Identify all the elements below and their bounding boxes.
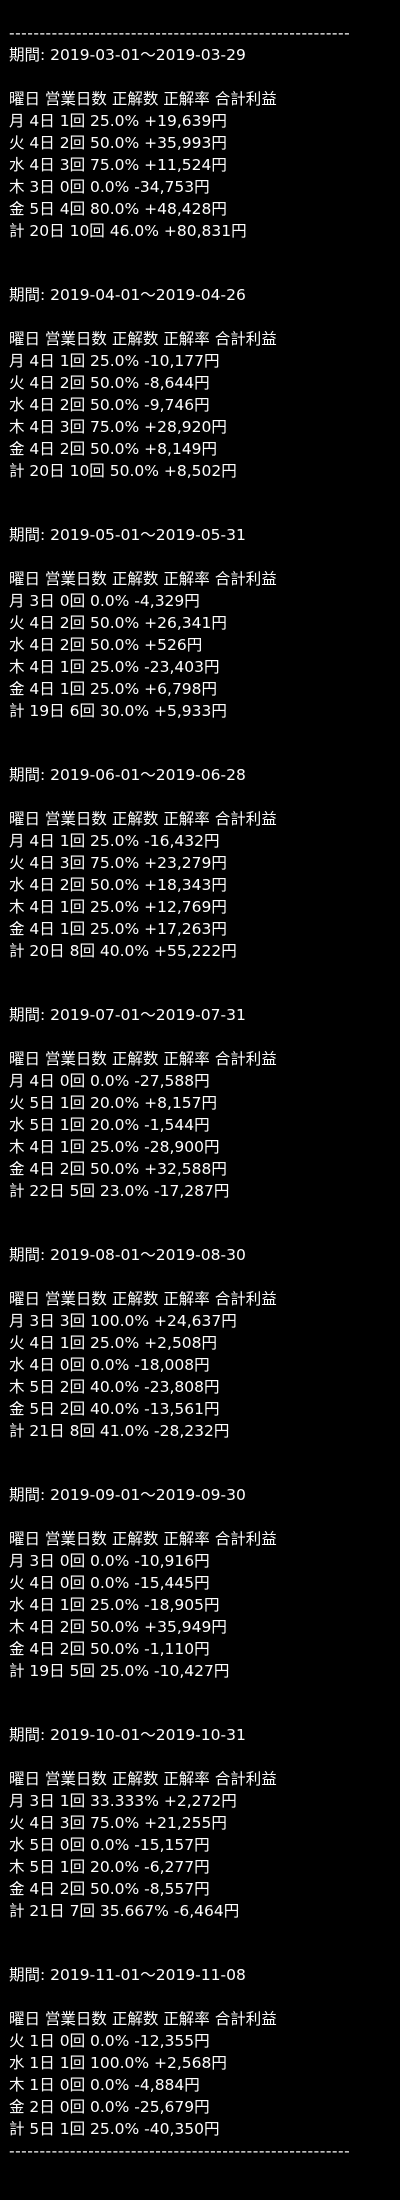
weekday-row: 金 4日 1回 25.0% +6,798円 <box>9 680 218 698</box>
weekday-row: 火 4日 2回 50.0% -8,644円 <box>9 374 210 392</box>
weekday-row: 火 4日 3回 75.0% +21,255円 <box>9 1814 227 1832</box>
weekday-row: 火 4日 3回 75.0% +23,279円 <box>9 854 227 872</box>
table-header: 曜日 営業日数 正解数 正解率 合計利益 <box>9 1050 277 1068</box>
period-section: 期間: 2019-06-01～2019-06-28 曜日 営業日数 正解数 正解率… <box>9 764 400 962</box>
weekday-row: 木 5日 2回 40.0% -23,808円 <box>9 1378 220 1396</box>
weekday-row: 金 5日 2回 40.0% -13,561円 <box>9 1400 220 1418</box>
results-document: ----------------------------------------… <box>0 0 400 2162</box>
weekday-row: 水 4日 2回 50.0% +526円 <box>9 636 203 654</box>
weekday-row: 金 2日 0回 0.0% -25,679円 <box>9 2098 210 2116</box>
period-section: 期間: 2019-11-01～2019-11-08 曜日 営業日数 正解数 正解率… <box>9 1964 400 2140</box>
weekday-row: 木 4日 3回 75.0% +28,920円 <box>9 418 227 436</box>
period-range: 期間: 2019-06-01～2019-06-28 <box>9 766 246 784</box>
period-section: 期間: 2019-05-01～2019-05-31 曜日 営業日数 正解数 正解率… <box>9 524 400 722</box>
weekday-row: 木 4日 1回 25.0% +12,769円 <box>9 898 227 916</box>
weekday-row: 木 4日 1回 25.0% -28,900円 <box>9 1138 220 1156</box>
table-header: 曜日 営業日数 正解数 正解率 合計利益 <box>9 2010 277 2028</box>
total-row: 計 20日 10回 46.0% +80,831円 <box>9 222 247 240</box>
total-row: 計 20日 10回 50.0% +8,502円 <box>9 462 237 480</box>
period-sections: 期間: 2019-03-01～2019-03-29 曜日 営業日数 正解数 正解率… <box>9 44 400 2140</box>
weekday-row: 水 4日 1回 25.0% -18,905円 <box>9 1596 220 1614</box>
table-header: 曜日 営業日数 正解数 正解率 合計利益 <box>9 570 277 588</box>
weekday-row: 金 4日 1回 25.0% +17,263円 <box>9 920 227 938</box>
table-header: 曜日 営業日数 正解数 正解率 合計利益 <box>9 1530 277 1548</box>
period-range: 期間: 2019-05-01～2019-05-31 <box>9 526 246 544</box>
weekday-row: 火 1日 0回 0.0% -12,355円 <box>9 2032 210 2050</box>
total-row: 計 19日 5回 25.0% -10,427円 <box>9 1662 230 1680</box>
weekday-row: 水 5日 0回 0.0% -15,157円 <box>9 1836 210 1854</box>
total-row: 計 21日 8回 41.0% -28,232円 <box>9 1422 230 1440</box>
weekday-row: 木 4日 1回 25.0% -23,403円 <box>9 658 220 676</box>
weekday-row: 水 4日 2回 50.0% +18,343円 <box>9 876 227 894</box>
weekday-row: 木 4日 2回 50.0% +35,949円 <box>9 1618 227 1636</box>
weekday-row: 金 4日 2回 50.0% -1,110円 <box>9 1640 210 1658</box>
weekday-row: 火 4日 1回 25.0% +2,508円 <box>9 1334 218 1352</box>
weekday-row: 火 4日 2回 50.0% +26,341円 <box>9 614 227 632</box>
bottom-divider: ----------------------------------------… <box>9 2142 349 2160</box>
total-row: 計 5日 1回 25.0% -40,350円 <box>9 2120 220 2138</box>
weekday-row: 水 5日 1回 20.0% -1,544円 <box>9 1116 210 1134</box>
period-range: 期間: 2019-09-01～2019-09-30 <box>9 1486 246 1504</box>
period-section: 期間: 2019-04-01～2019-04-26 曜日 営業日数 正解数 正解率… <box>9 284 400 482</box>
weekday-row: 月 4日 0回 0.0% -27,588円 <box>9 1072 210 1090</box>
weekday-row: 金 4日 2回 50.0% +32,588円 <box>9 1160 227 1178</box>
weekday-row: 木 5日 1回 20.0% -6,277円 <box>9 1858 210 1876</box>
table-header: 曜日 営業日数 正解数 正解率 合計利益 <box>9 1290 277 1308</box>
table-header: 曜日 営業日数 正解数 正解率 合計利益 <box>9 810 277 828</box>
weekday-row: 木 1日 0回 0.0% -4,884円 <box>9 2076 200 2094</box>
total-row: 計 21日 7回 35.667% -6,464円 <box>9 1902 240 1920</box>
weekday-row: 月 3日 1回 33.333% +2,272円 <box>9 1792 237 1810</box>
weekday-row: 水 1日 1回 100.0% +2,568円 <box>9 2054 227 2072</box>
period-section: 期間: 2019-07-01～2019-07-31 曜日 営業日数 正解数 正解率… <box>9 1004 400 1202</box>
weekday-row: 月 4日 1回 25.0% -16,432円 <box>9 832 220 850</box>
weekday-row: 金 4日 2回 50.0% +8,149円 <box>9 440 218 458</box>
period-range: 期間: 2019-07-01～2019-07-31 <box>9 1006 246 1024</box>
period-section: 期間: 2019-08-01～2019-08-30 曜日 営業日数 正解数 正解率… <box>9 1244 400 1442</box>
period-section: 期間: 2019-10-01～2019-10-31 曜日 営業日数 正解数 正解率… <box>9 1724 400 1922</box>
weekday-row: 火 5日 1回 20.0% +8,157円 <box>9 1094 218 1112</box>
weekday-row: 月 3日 0回 0.0% -4,329円 <box>9 592 200 610</box>
table-header: 曜日 営業日数 正解数 正解率 合計利益 <box>9 90 277 108</box>
weekday-row: 月 4日 1回 25.0% -10,177円 <box>9 352 220 370</box>
weekday-row: 月 4日 1回 25.0% +19,639円 <box>9 112 227 130</box>
weekday-row: 火 4日 2回 50.0% +35,993円 <box>9 134 227 152</box>
period-range: 期間: 2019-04-01～2019-04-26 <box>9 286 246 304</box>
table-header: 曜日 営業日数 正解数 正解率 合計利益 <box>9 1770 277 1788</box>
total-row: 計 22日 5回 23.0% -17,287円 <box>9 1182 230 1200</box>
top-divider: ----------------------------------------… <box>9 24 349 42</box>
period-section: 期間: 2019-03-01～2019-03-29 曜日 営業日数 正解数 正解率… <box>9 44 400 242</box>
weekday-row: 木 3日 0回 0.0% -34,753円 <box>9 178 210 196</box>
weekday-row: 火 4日 0回 0.0% -15,445円 <box>9 1574 210 1592</box>
period-range: 期間: 2019-03-01～2019-03-29 <box>9 46 246 64</box>
weekday-row: 月 3日 0回 0.0% -10,916円 <box>9 1552 210 1570</box>
table-header: 曜日 営業日数 正解数 正解率 合計利益 <box>9 330 277 348</box>
total-row: 計 20日 8回 40.0% +55,222円 <box>9 942 237 960</box>
period-range: 期間: 2019-08-01～2019-08-30 <box>9 1246 246 1264</box>
weekday-row: 水 4日 0回 0.0% -18,008円 <box>9 1356 210 1374</box>
weekday-row: 水 4日 2回 50.0% -9,746円 <box>9 396 210 414</box>
total-row: 計 19日 6回 30.0% +5,933円 <box>9 702 227 720</box>
period-range: 期間: 2019-11-01～2019-11-08 <box>9 1966 246 1984</box>
weekday-row: 金 4日 2回 50.0% -8,557円 <box>9 1880 210 1898</box>
period-section: 期間: 2019-09-01～2019-09-30 曜日 営業日数 正解数 正解率… <box>9 1484 400 1682</box>
weekday-row: 金 5日 4回 80.0% +48,428円 <box>9 200 227 218</box>
weekday-row: 水 4日 3回 75.0% +11,524円 <box>9 156 227 174</box>
period-range: 期間: 2019-10-01～2019-10-31 <box>9 1726 246 1744</box>
weekday-row: 月 3日 3回 100.0% +24,637円 <box>9 1312 237 1330</box>
